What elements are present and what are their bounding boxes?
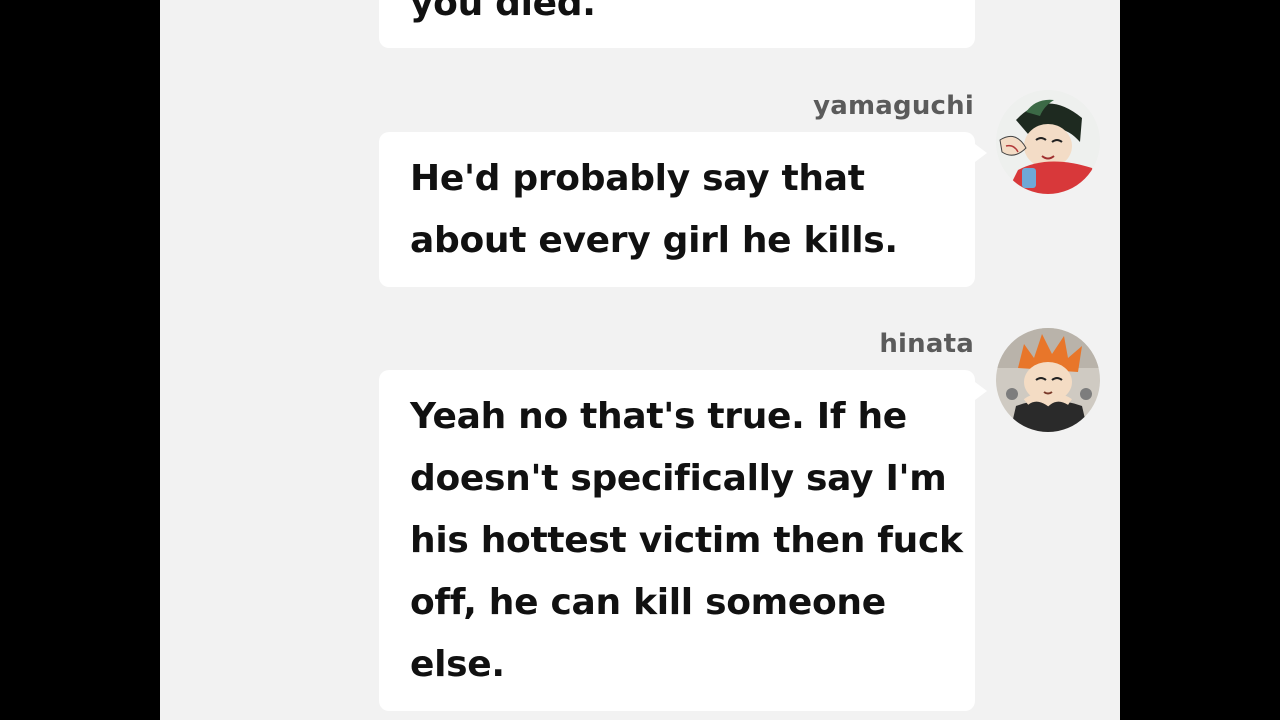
avatar-image (996, 90, 1100, 194)
message-bubble: Yeah no that's true. If he doesn't speci… (379, 370, 987, 711)
message-bubble: you died. (379, 0, 975, 48)
message-text: Yeah no that's true. If he (410, 396, 907, 437)
message-text: his hottest victim then fuck (410, 520, 963, 561)
chat-view: you died. yamaguchi He'd probably say th… (160, 0, 1120, 720)
message-text: off, he can kill someone (410, 582, 886, 623)
avatar-hinata[interactable] (996, 328, 1100, 432)
message-text: else. (410, 644, 505, 685)
message-text: about every girl he kills. (410, 220, 898, 261)
sender-name: yamaguchi (813, 91, 974, 121)
avatar-yamaguchi[interactable] (996, 90, 1100, 194)
message-text: you died. (410, 0, 596, 24)
avatar-image (996, 328, 1100, 432)
message-text: doesn't specifically say I'm (410, 458, 947, 499)
message-text: He'd probably say that (410, 158, 865, 199)
sender-name: hinata (879, 329, 974, 359)
message-bubble: He'd probably say that about every girl … (379, 132, 987, 287)
